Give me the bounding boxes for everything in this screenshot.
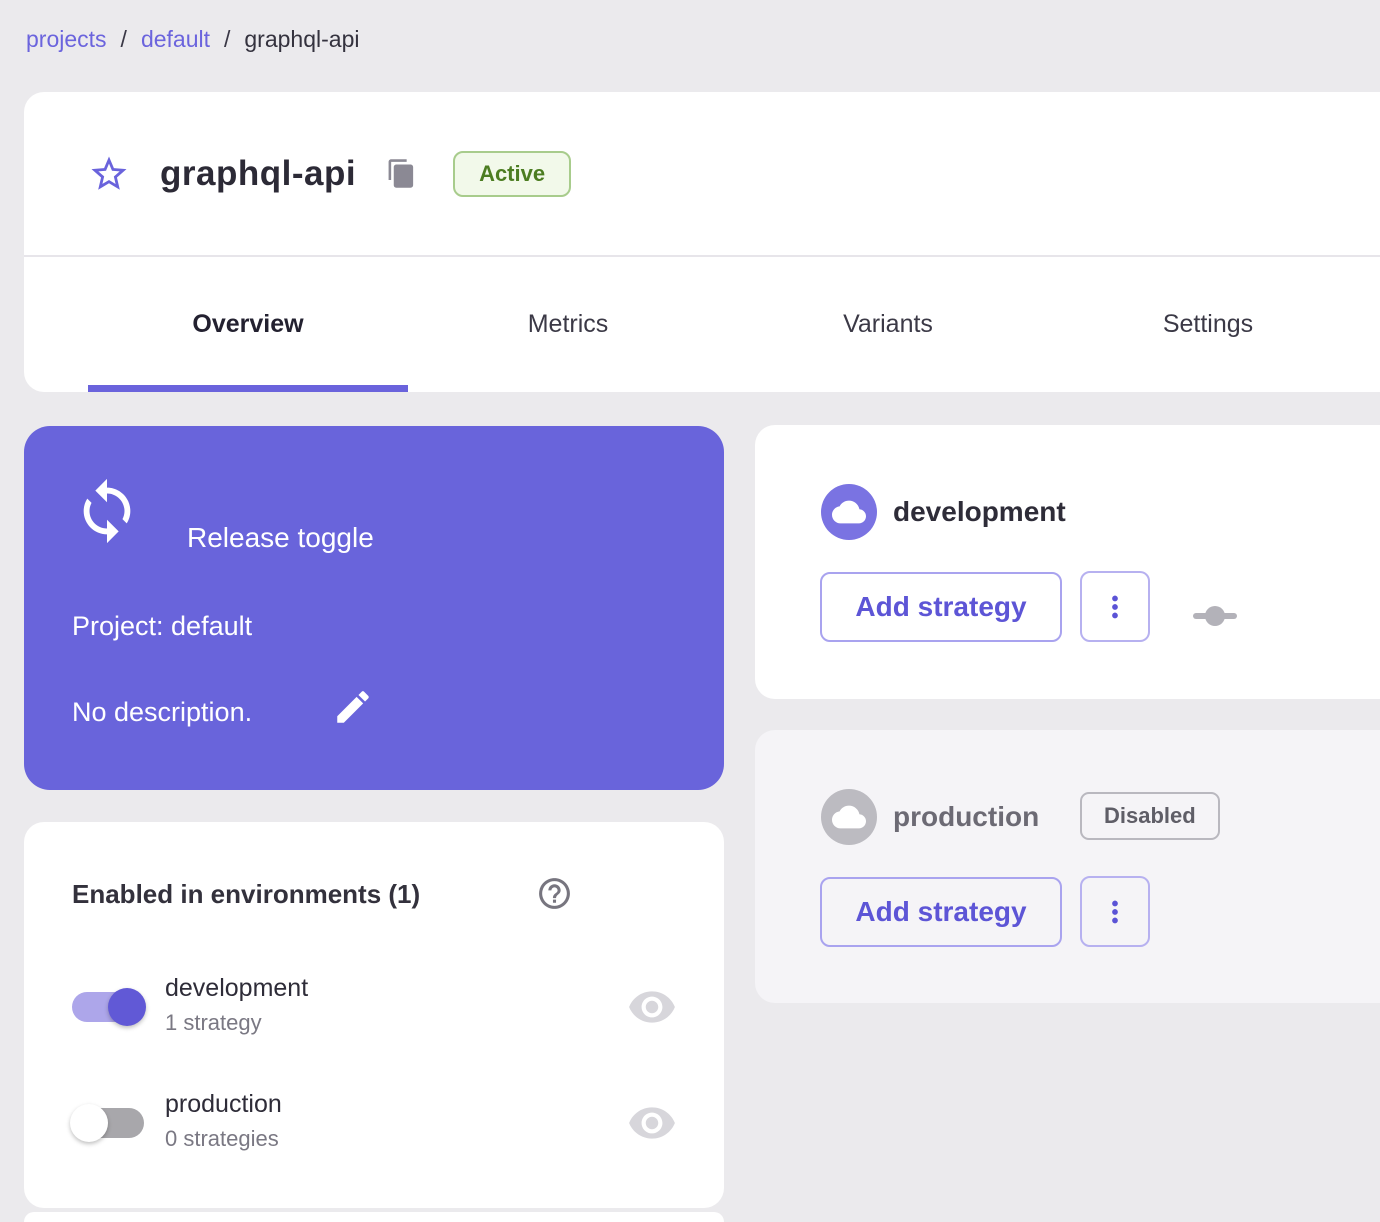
environment-menu-button[interactable]: [1080, 571, 1150, 642]
tab-metrics[interactable]: Metrics: [408, 257, 728, 392]
tab-variants[interactable]: Variants: [728, 257, 1048, 392]
kebab-icon: [1112, 595, 1118, 618]
add-strategy-button[interactable]: Add strategy: [820, 572, 1062, 642]
page-title: graphql-api: [160, 153, 357, 193]
breadcrumb-default[interactable]: default: [141, 26, 210, 53]
feature-header-card: graphql-api Active Overview Metrics Vari…: [24, 92, 1380, 392]
eye-icon[interactable]: [627, 982, 677, 1032]
feature-title-row: graphql-api Active: [88, 92, 572, 255]
environment-card-title: production: [893, 801, 1040, 832]
production-toggle[interactable]: [70, 1104, 144, 1142]
enabled-environments-title: Enabled in environments (1): [72, 879, 421, 909]
breadcrumb-projects[interactable]: projects: [26, 26, 107, 53]
toggle-thumb: [70, 1104, 108, 1142]
environment-row-text: development 1 strategy: [165, 974, 308, 1036]
environment-strategy-count: 0 strategies: [165, 1126, 279, 1151]
loop-icon: [83, 478, 131, 544]
tab-overview[interactable]: Overview: [88, 257, 408, 392]
strategy-icon: [1193, 606, 1237, 626]
copy-icon[interactable]: [386, 158, 417, 189]
feature-description: No description.: [72, 697, 253, 727]
environment-avatar: [821, 484, 877, 540]
edit-description-icon[interactable]: [332, 686, 374, 728]
environment-row-text: production 0 strategies: [165, 1090, 282, 1152]
kebab-icon: [1112, 900, 1118, 923]
feature-info-card: Release toggle Project: default No descr…: [24, 426, 724, 790]
star-icon[interactable]: [88, 153, 130, 195]
breadcrumb-separator: /: [224, 26, 231, 52]
development-toggle[interactable]: [72, 988, 146, 1026]
environment-menu-button[interactable]: [1080, 876, 1150, 947]
environment-name: production: [165, 1090, 282, 1118]
production-environment-card: production Disabled Add strategy: [755, 730, 1380, 1003]
environment-strategy-count: 1 strategy: [165, 1010, 262, 1035]
breadcrumb: projects / default / graphql-api: [26, 26, 359, 53]
toggle-thumb: [108, 988, 146, 1026]
breadcrumb-separator: /: [120, 26, 127, 52]
add-strategy-button[interactable]: Add strategy: [820, 877, 1062, 947]
tab-bar: Overview Metrics Variants Settings: [88, 257, 1368, 392]
cloud-icon: [832, 805, 866, 829]
cloud-icon: [832, 500, 866, 524]
environment-avatar: [821, 789, 877, 845]
environment-card-title: development: [893, 496, 1066, 527]
breadcrumb-current: graphql-api: [244, 26, 360, 52]
next-card-sliver: [24, 1212, 724, 1222]
feature-project-label: Project: default: [72, 611, 253, 641]
status-badge: Active: [453, 150, 572, 197]
environment-name: development: [165, 974, 309, 1002]
development-environment-card: development Add strategy: [755, 425, 1380, 699]
help-icon[interactable]: [536, 875, 573, 912]
disabled-badge: Disabled: [1080, 792, 1220, 840]
active-tab-indicator: [88, 385, 408, 392]
tab-settings[interactable]: Settings: [1048, 257, 1368, 392]
feature-type-label: Release toggle: [187, 522, 374, 553]
enabled-environments-panel: Enabled in environments (1) development …: [24, 822, 724, 1208]
eye-icon[interactable]: [627, 1098, 677, 1148]
